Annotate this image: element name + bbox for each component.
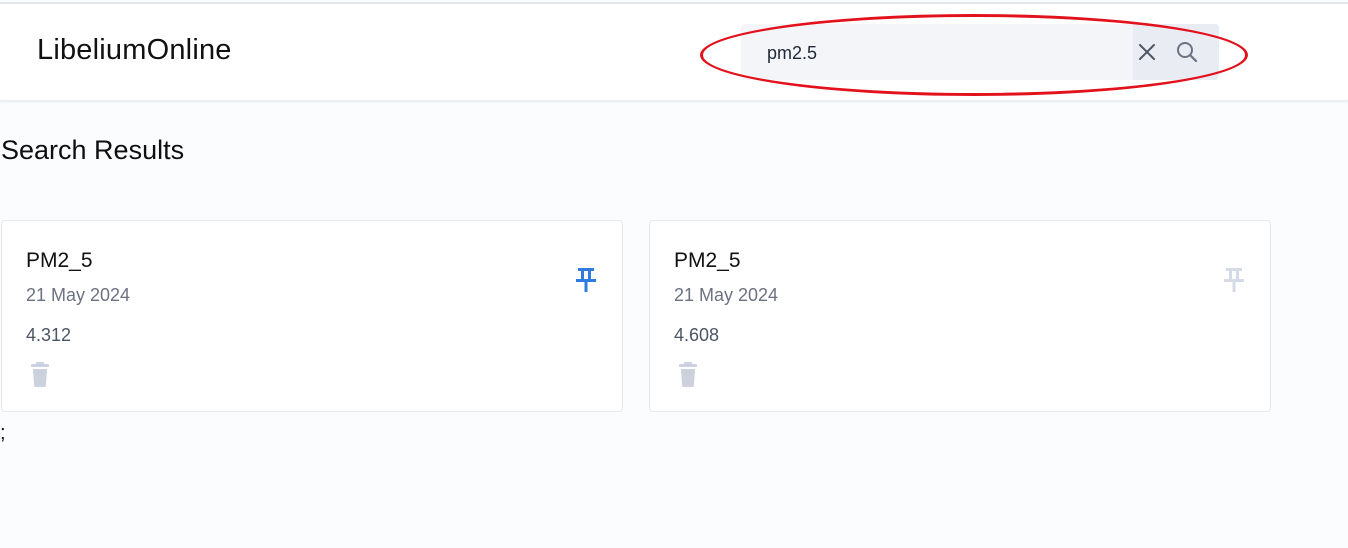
close-icon: [1139, 44, 1155, 60]
pin-button[interactable]: [572, 265, 600, 295]
result-card: PM2_5 21 May 2024 4.608: [649, 220, 1271, 412]
search-button[interactable]: [1173, 38, 1201, 66]
stray-semicolon: ;: [0, 422, 6, 444]
trash-icon: [31, 362, 49, 387]
delete-button[interactable]: [676, 361, 700, 389]
card-date: 21 May 2024: [674, 285, 779, 305]
result-card: PM2_5 21 May 2024 4.312: [1, 220, 623, 412]
search-box: [741, 24, 1219, 80]
search-input[interactable]: [765, 38, 1129, 68]
card-value: 4.312: [26, 325, 72, 345]
page-title: Search Results: [1, 135, 185, 165]
pin-icon: [576, 268, 596, 292]
card-date: 21 May 2024: [26, 285, 131, 305]
delete-button[interactable]: [28, 361, 52, 389]
trash-icon: [679, 362, 697, 387]
search-icon: [1177, 42, 1198, 63]
search-actions: [1133, 24, 1219, 80]
app-title: LibeliumOnline: [37, 34, 232, 66]
pin-icon: [1224, 268, 1244, 292]
pin-button[interactable]: [1220, 265, 1248, 295]
card-title: PM2_5: [26, 249, 93, 272]
clear-search-button[interactable]: [1133, 38, 1161, 66]
card-value: 4.608: [674, 325, 720, 345]
card-title: PM2_5: [674, 249, 741, 272]
app-header: LibeliumOnline: [0, 4, 1348, 101]
